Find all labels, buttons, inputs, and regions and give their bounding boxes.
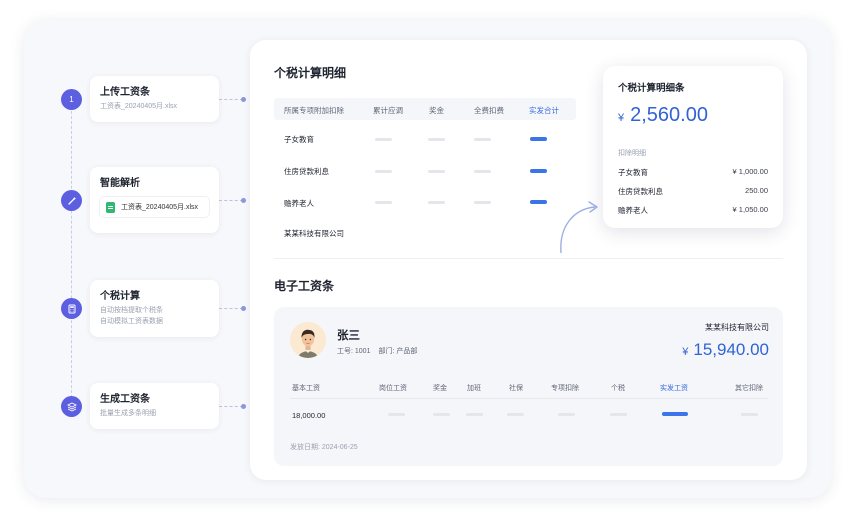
tax-th-0: 所属专项附加扣除: [284, 106, 344, 115]
tax-cell-placeholder: [428, 138, 445, 141]
payslip-th-0: 基本工资: [292, 385, 320, 392]
excel-file-icon: [106, 201, 115, 213]
tax-cell-placeholder: [530, 137, 547, 141]
tax-cell-placeholder: [474, 170, 491, 173]
tax-card-item-value-2: ¥ 1,050.00: [732, 205, 768, 214]
payslip-base-value: 18,000.00: [292, 411, 326, 420]
tax-card-currency: ¥: [618, 112, 625, 124]
payslip-cell-placeholder: [610, 413, 627, 416]
section-divider: [274, 258, 783, 259]
connector-1: [219, 99, 243, 100]
employee-id: 工号: 1001: [337, 348, 371, 355]
step-generate-title: 生成工资条: [100, 394, 150, 405]
tax-row-label-3: 某某科技有限公司: [284, 229, 344, 238]
step-tax-sub-2: 自动模拟工资表数据: [100, 318, 163, 325]
tax-card-title: 个税计算明细条: [618, 83, 685, 94]
step-generate-card[interactable]: 生成工资条 批量生成多条明细: [90, 383, 219, 429]
tax-cell-placeholder: [428, 201, 445, 204]
tax-cell-placeholder: [530, 200, 547, 204]
tax-cell-placeholder: [474, 138, 491, 141]
employee-name: 张三: [337, 330, 360, 342]
payslip-th-6: 个税: [611, 385, 625, 392]
connector-3: [219, 308, 243, 309]
payslip-net-amount: ¥15,940.00: [682, 340, 769, 360]
payslip-company: 某某科技有限公司: [705, 323, 769, 332]
connector-dot-3: [241, 306, 246, 311]
employee-dept: 部门: 产品部: [378, 348, 418, 355]
tax-cell-placeholder: [375, 170, 392, 173]
payslip-cell-placeholder: [507, 413, 524, 416]
tax-cell-placeholder: [530, 169, 547, 173]
step-tax-card[interactable]: 个税计算 自动按档提取个税条 自动模拟工资表数据: [90, 280, 219, 337]
tax-card-item-label-0: 子女教育: [618, 168, 648, 177]
step-1-badge: 1: [61, 89, 82, 110]
connector-dot-4: [241, 404, 246, 409]
connector-dot-1: [241, 97, 246, 102]
step-upload-title: 上传工资条: [100, 87, 150, 98]
layers-icon: [61, 396, 82, 417]
payslip-cell-placeholder: [662, 412, 688, 416]
tax-card-sub-label: 扣除明细: [618, 150, 646, 157]
payslip-title: 电子工资条: [274, 279, 335, 293]
tax-row-label-0: 子女教育: [284, 135, 314, 144]
step-tax-sub-1: 自动按档提取个税条: [100, 307, 163, 314]
magic-wand-icon: [61, 190, 82, 211]
payslip-net-value: 15,940.00: [693, 340, 769, 359]
payslip-cell-placeholder: [388, 413, 405, 416]
tax-th-1: 累计应调: [373, 106, 403, 115]
tax-th-2: 奖金: [429, 106, 444, 115]
payslip-th-4: 社保: [509, 385, 523, 392]
file-chip[interactable]: 工资表_20240405月.xlsx: [100, 197, 209, 217]
employee-meta: 工号: 1001 部门: 产品部: [337, 346, 417, 356]
connector-dot-2: [241, 198, 246, 203]
tax-row-label-2: 赡养老人: [284, 199, 314, 208]
tax-card-item-label-2: 赡养老人: [618, 206, 648, 215]
tax-card-amount: ¥2,560.00: [618, 104, 708, 127]
curved-arrow-icon: [560, 201, 598, 254]
avatar: [290, 322, 326, 358]
step-tax-title: 个税计算: [100, 291, 140, 302]
payslip-th-1: 岗位工资: [379, 385, 407, 392]
payslip-cell-placeholder: [558, 413, 575, 416]
payslip-currency: ¥: [682, 346, 689, 358]
step-generate-sub: 批量生成多条明细: [100, 410, 156, 417]
tax-cell-placeholder: [375, 201, 392, 204]
tax-row-label-1: 住房贷款利息: [284, 167, 329, 176]
connector-2: [219, 200, 243, 201]
tax-card-amount-value: 2,560.00: [630, 104, 708, 126]
tax-cell-placeholder: [474, 201, 491, 204]
tax-card-item-label-1: 住房贷款利息: [618, 187, 663, 196]
step-upload-card[interactable]: 上传工资条 工资表_20240405月.xlsx: [90, 76, 219, 122]
payslip-th-8: 其它扣除: [735, 385, 763, 392]
payslip-pay-date: 发放日期: 2024-06-25: [290, 444, 358, 451]
payslip-th-2: 奖金: [433, 385, 447, 392]
payslip-th-7: 实发工资: [660, 385, 688, 392]
payslip-header-divider: [290, 398, 768, 399]
file-chip-name: 工资表_20240405月.xlsx: [121, 204, 199, 211]
step-parse-card[interactable]: 智能解析 工资表_20240405月.xlsx: [90, 167, 219, 233]
tax-cell-placeholder: [428, 170, 445, 173]
payslip-th-3: 加班: [467, 385, 481, 392]
tax-th-4: 实发合计: [529, 106, 559, 115]
tax-th-3: 全费扣费: [474, 106, 504, 115]
step-upload-sub: 工资表_20240405月.xlsx: [100, 103, 178, 110]
payslip-cell-placeholder: [433, 413, 450, 416]
tax-card-item-value-0: ¥ 1,000.00: [732, 167, 768, 176]
tax-detail-title: 个税计算明细: [274, 66, 347, 80]
tax-cell-placeholder: [375, 138, 392, 141]
tax-card-item-value-1: 250.00: [745, 186, 768, 195]
calculator-icon: [61, 298, 82, 319]
payslip-cell-placeholder: [466, 413, 483, 416]
connector-4: [219, 406, 243, 407]
timeline-line: [71, 106, 72, 408]
payslip-cell-placeholder: [741, 413, 758, 416]
payslip-th-5: 专项扣除: [551, 385, 579, 392]
step-parse-title: 智能解析: [100, 178, 140, 189]
